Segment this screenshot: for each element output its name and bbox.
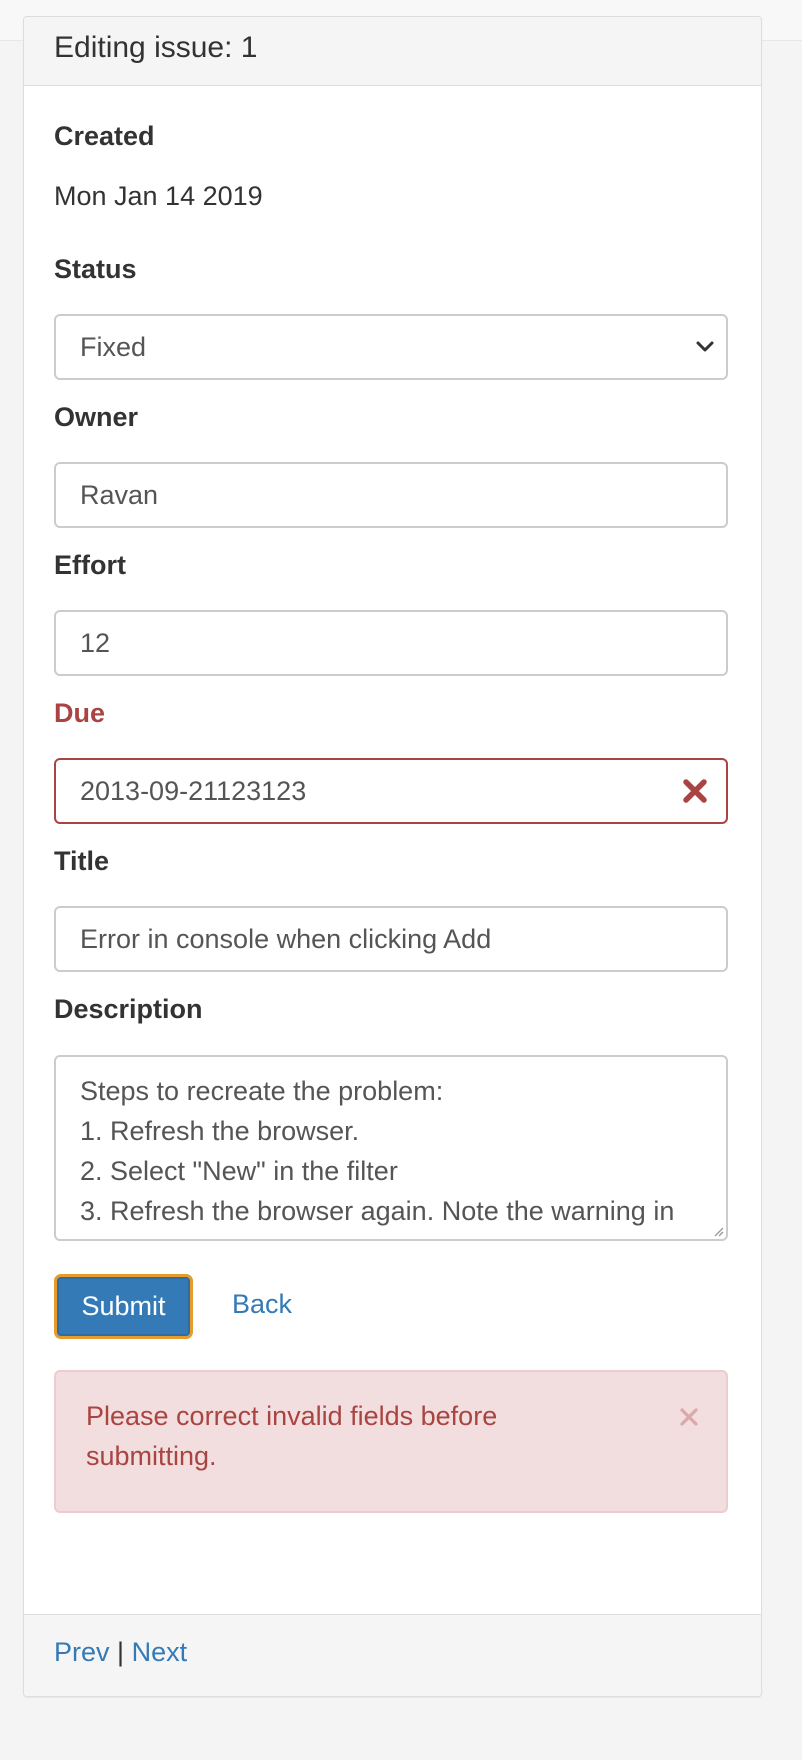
description-textarea[interactable]: Steps to recreate the problem: 1. Refres… bbox=[54, 1055, 728, 1241]
back-link[interactable]: Back bbox=[232, 1289, 292, 1320]
description-line: Steps to recreate the problem: bbox=[80, 1076, 444, 1106]
resize-grip-icon[interactable] bbox=[712, 1225, 724, 1237]
submit-button[interactable]: Submit bbox=[54, 1274, 193, 1339]
description-line: 2. Select "New" in the filter bbox=[80, 1156, 398, 1186]
owner-input[interactable]: Ravan bbox=[54, 462, 728, 528]
description-line: 1. Refresh the browser. bbox=[80, 1116, 360, 1146]
close-icon[interactable] bbox=[678, 1406, 700, 1428]
effort-input[interactable]: 12 bbox=[54, 610, 728, 676]
title-label: Title bbox=[54, 846, 110, 876]
next-link[interactable]: Next bbox=[132, 1637, 188, 1667]
created-value: Mon Jan 14 2019 bbox=[54, 181, 263, 211]
panel-heading: Editing issue: 1 bbox=[24, 17, 761, 86]
alert-message: Please correct invalid fields before sub… bbox=[86, 1401, 498, 1471]
effort-input-value: 12 bbox=[80, 628, 111, 658]
description-line: 3. Refresh the browser again. Note the w… bbox=[80, 1196, 675, 1226]
owner-label: Owner bbox=[54, 402, 139, 432]
description-label: Description bbox=[54, 994, 203, 1024]
due-input[interactable]: 2013-09-21123123 bbox=[54, 758, 728, 824]
created-label: Created bbox=[54, 121, 155, 151]
prev-link[interactable]: Prev bbox=[54, 1637, 110, 1667]
page-title: Editing issue: 1 bbox=[54, 31, 258, 64]
title-input[interactable]: Error in console when clicking Add bbox=[54, 906, 728, 972]
pager-separator: | bbox=[117, 1637, 125, 1667]
description-line: the console: bbox=[80, 1231, 702, 1239]
title-input-value: Error in console when clicking Add bbox=[80, 924, 492, 954]
owner-input-value: Ravan bbox=[80, 480, 159, 510]
chevron-down-icon bbox=[696, 341, 714, 352]
status-label: Status bbox=[54, 254, 137, 284]
status-selected-value: Fixed bbox=[80, 332, 147, 362]
effort-label: Effort bbox=[54, 550, 126, 580]
status-select[interactable]: Fixed bbox=[54, 314, 728, 380]
panel-footer: Prev | Next bbox=[24, 1614, 761, 1696]
due-input-value: 2013-09-21123123 bbox=[80, 776, 307, 806]
pagination: Prev | Next bbox=[54, 1637, 187, 1668]
close-icon bbox=[683, 779, 707, 803]
due-label: Due bbox=[54, 698, 106, 728]
error-alert: Please correct invalid fields before sub… bbox=[54, 1370, 728, 1513]
issue-edit-panel: Editing issue: 1 Created Mon Jan 14 2019… bbox=[23, 16, 762, 1697]
